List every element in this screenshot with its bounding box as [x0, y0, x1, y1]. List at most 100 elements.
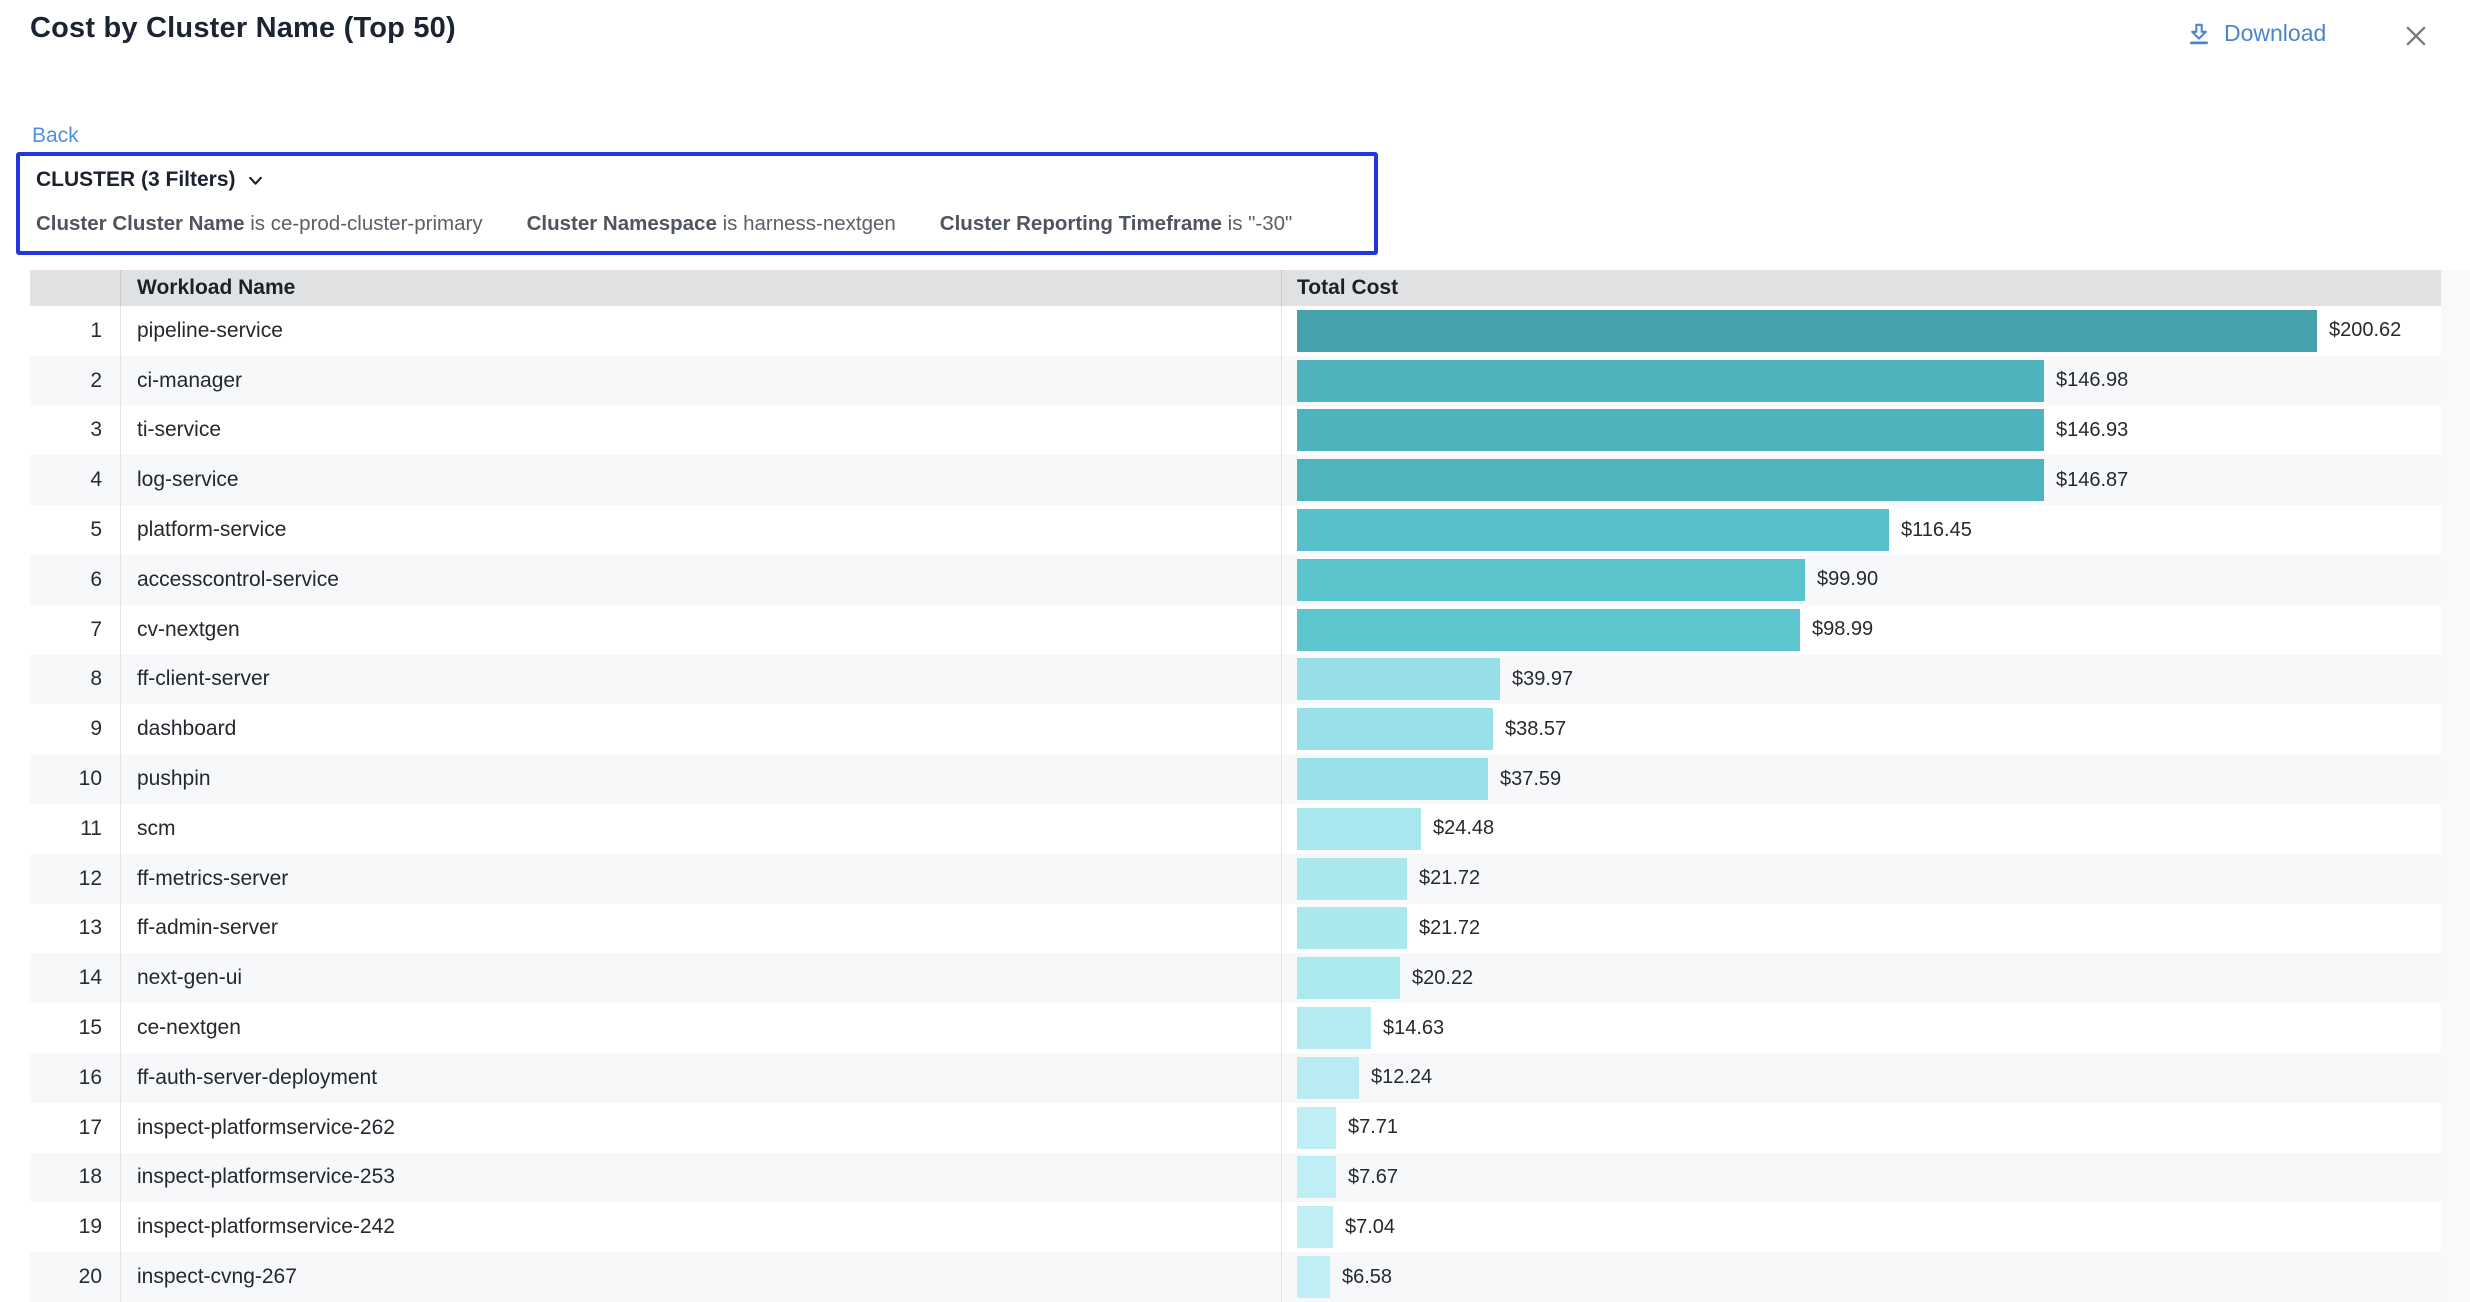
total-cost-cell: $14.63	[1281, 1003, 2441, 1053]
table-row: 19inspect-platformservice-242$7.04	[30, 1202, 2441, 1252]
table-row: 4log-service$146.87	[30, 455, 2441, 505]
cost-bar	[1297, 559, 1805, 601]
total-cost-cell: $98.99	[1281, 605, 2441, 655]
total-cost-cell: $146.93	[1281, 406, 2441, 456]
workload-name-cell: ff-metrics-server	[120, 854, 1281, 904]
cost-value: $7.67	[1348, 1166, 1398, 1189]
total-cost-cell: $200.62	[1281, 306, 2441, 356]
workload-name-cell: dashboard	[120, 704, 1281, 754]
rank-cell: 14	[30, 953, 120, 1003]
table-row: 16ff-auth-server-deployment $12.24	[30, 1053, 2441, 1103]
download-icon	[2186, 21, 2212, 47]
cost-value: $24.48	[1433, 817, 1494, 840]
cost-bar	[1297, 957, 1400, 999]
cost-bar	[1297, 758, 1488, 800]
workload-name-cell: platform-service	[120, 505, 1281, 555]
cost-bar	[1297, 1206, 1333, 1248]
cost-value: $38.57	[1505, 718, 1566, 741]
table-row: 15ce-nextgen$14.63	[30, 1003, 2441, 1053]
rank-cell: 11	[30, 804, 120, 854]
table-row: 8ff-client-server$39.97	[30, 655, 2441, 705]
table-row: 7cv-nextgen$98.99	[30, 605, 2441, 655]
table-row: 14next-gen-ui $20.22	[30, 953, 2441, 1003]
cost-value: $21.72	[1419, 917, 1480, 940]
rank-cell: 17	[30, 1103, 120, 1153]
total-cost-cell: $21.72	[1281, 904, 2441, 954]
cost-bar	[1297, 609, 1800, 651]
cost-value: $14.63	[1383, 1017, 1444, 1040]
table-row: 5platform-service$116.45	[30, 505, 2441, 555]
cost-value: $7.04	[1345, 1216, 1395, 1239]
cost-value: $12.24	[1371, 1066, 1432, 1089]
table-row: 20inspect-cvng-267$6.58	[30, 1252, 2441, 1302]
download-label: Download	[2224, 20, 2326, 47]
filter-group-label: CLUSTER (3 Filters)	[36, 168, 236, 192]
rank-cell: 16	[30, 1053, 120, 1103]
workload-name-cell: pipeline-service	[120, 306, 1281, 356]
table-row: 11scm $24.48	[30, 804, 2441, 854]
total-cost-cell: $39.97	[1281, 655, 2441, 705]
cost-bar	[1297, 1256, 1330, 1298]
rank-cell: 7	[30, 605, 120, 655]
table-row: 2ci-manager$146.98	[30, 356, 2441, 406]
workload-name-cell: scm	[120, 804, 1281, 854]
table-row: 13ff-admin-server$21.72	[30, 904, 2441, 954]
table-row: 10pushpin$37.59	[30, 754, 2441, 804]
workload-name-cell: inspect-platformservice-262	[120, 1103, 1281, 1153]
cost-value: $37.59	[1500, 768, 1561, 791]
cost-bar	[1297, 708, 1493, 750]
filter-group-toggle[interactable]: CLUSTER (3 Filters)	[36, 168, 1374, 192]
cost-value: $146.98	[2056, 369, 2128, 392]
filter-item: Cluster Namespace is harness-nextgen	[527, 212, 896, 236]
cost-bar	[1297, 360, 2044, 402]
cost-bar	[1297, 310, 2317, 352]
cost-value: $146.93	[2056, 419, 2128, 442]
workload-name-cell: ff-auth-server-deployment	[120, 1053, 1281, 1103]
filter-item: Cluster Reporting Timeframe is "-30"	[940, 212, 1293, 236]
cost-value: $200.62	[2329, 319, 2401, 342]
rank-cell: 8	[30, 655, 120, 705]
workload-name-cell: ti-service	[120, 406, 1281, 456]
cost-bar	[1297, 509, 1889, 551]
total-cost-cell: $7.67	[1281, 1153, 2441, 1203]
workload-name-cell: inspect-cvng-267	[120, 1252, 1281, 1302]
cost-value: $39.97	[1512, 668, 1573, 691]
total-cost-column-header: Total Cost	[1281, 270, 2441, 306]
rank-cell: 5	[30, 505, 120, 555]
table-right-gutter	[2441, 270, 2470, 1302]
cost-value: $7.71	[1348, 1116, 1398, 1139]
rank-cell: 13	[30, 904, 120, 954]
rank-cell: 18	[30, 1153, 120, 1203]
total-cost-cell: $24.48	[1281, 804, 2441, 854]
total-cost-cell: $37.59	[1281, 754, 2441, 804]
cost-bar	[1297, 1107, 1336, 1149]
rank-cell: 4	[30, 455, 120, 505]
cost-value: $99.90	[1817, 568, 1878, 591]
workload-name-cell: accesscontrol-service	[120, 555, 1281, 605]
table-body: 1pipeline-service$200.622ci-manager$146.…	[30, 306, 2441, 1302]
workload-name-cell: cv-nextgen	[120, 605, 1281, 655]
total-cost-cell: $116.45	[1281, 505, 2441, 555]
cost-value: $20.22	[1412, 967, 1473, 990]
applied-filters: Cluster Cluster Name is ce-prod-cluster-…	[36, 212, 1374, 236]
total-cost-cell: $146.98	[1281, 356, 2441, 406]
workload-name-cell: inspect-platformservice-253	[120, 1153, 1281, 1203]
cost-bar	[1297, 409, 2044, 451]
page-title: Cost by Cluster Name (Top 50)	[30, 12, 456, 45]
cost-bar	[1297, 459, 2044, 501]
cost-bar	[1297, 658, 1500, 700]
back-link[interactable]: Back	[32, 124, 79, 148]
total-cost-cell: $20.22	[1281, 953, 2441, 1003]
rank-cell: 9	[30, 704, 120, 754]
rank-cell: 12	[30, 854, 120, 904]
workload-name-cell: next-gen-ui	[120, 953, 1281, 1003]
close-icon[interactable]	[2402, 22, 2430, 50]
rank-cell: 15	[30, 1003, 120, 1053]
cost-value: $6.58	[1342, 1266, 1392, 1289]
total-cost-cell: $21.72	[1281, 854, 2441, 904]
cost-bar	[1297, 1007, 1371, 1049]
rank-column-header	[30, 270, 120, 306]
workload-name-cell: inspect-platformservice-242	[120, 1202, 1281, 1252]
download-button[interactable]: Download	[2186, 20, 2326, 47]
filter-panel: CLUSTER (3 Filters) Cluster Cluster Name…	[16, 152, 1378, 255]
